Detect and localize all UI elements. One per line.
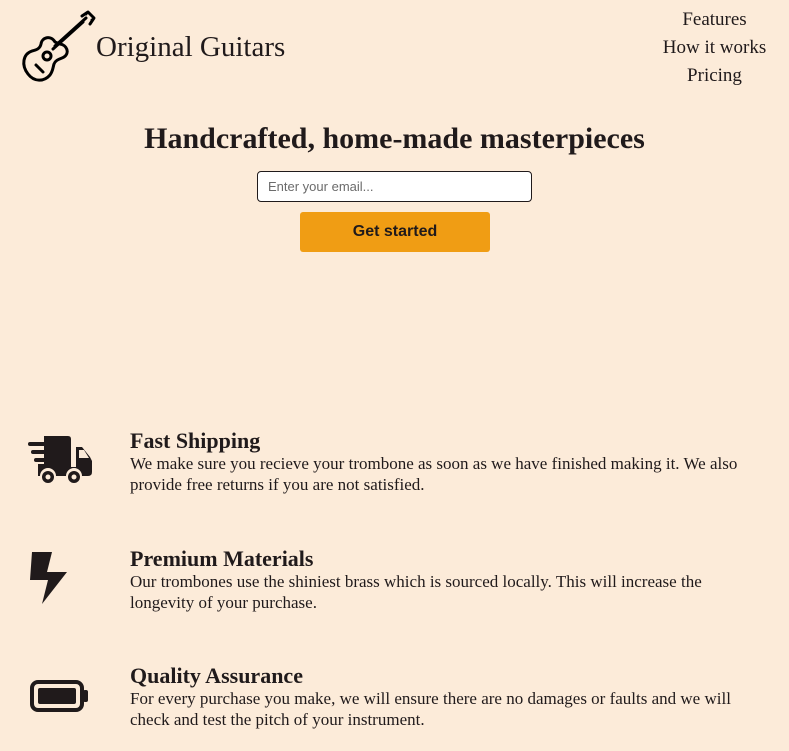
battery-full-icon: [30, 680, 88, 712]
feature-description: For every purchase you make, we will ens…: [130, 689, 731, 729]
feature-description: We make sure you recieve your trombone a…: [130, 454, 738, 494]
nav-bar: Features How it works Pricing: [640, 6, 789, 90]
nav-link-features[interactable]: Features: [640, 6, 789, 34]
lightning-bolt-icon: [30, 552, 67, 604]
guitar-icon[interactable]: [20, 9, 96, 85]
feature-description: Our trombones use the shiniest brass whi…: [130, 572, 702, 612]
feature-title: Premium Materials: [130, 546, 314, 571]
email-input[interactable]: [257, 171, 532, 202]
site-header: Original Guitars Features How it works P…: [0, 0, 789, 100]
feature-item-premium-materials: Premium Materials Our trombones use the …: [0, 546, 789, 626]
shipping-truck-icon: [28, 436, 92, 483]
feature-title: Quality Assurance: [130, 663, 303, 688]
hero-title: Handcrafted, home-made masterpieces: [144, 122, 645, 155]
brand-name: Original Guitars: [96, 31, 286, 63]
feature-item-quality-assurance: Quality Assurance For every purchase you…: [0, 663, 789, 743]
feature-item-fast-shipping: Fast Shipping We make sure you recieve y…: [0, 428, 789, 508]
nav-link-how-it-works[interactable]: How it works: [640, 34, 789, 62]
nav-link-pricing[interactable]: Pricing: [640, 62, 789, 90]
get-started-button[interactable]: Get started: [300, 212, 490, 252]
feature-title: Fast Shipping: [130, 428, 261, 453]
